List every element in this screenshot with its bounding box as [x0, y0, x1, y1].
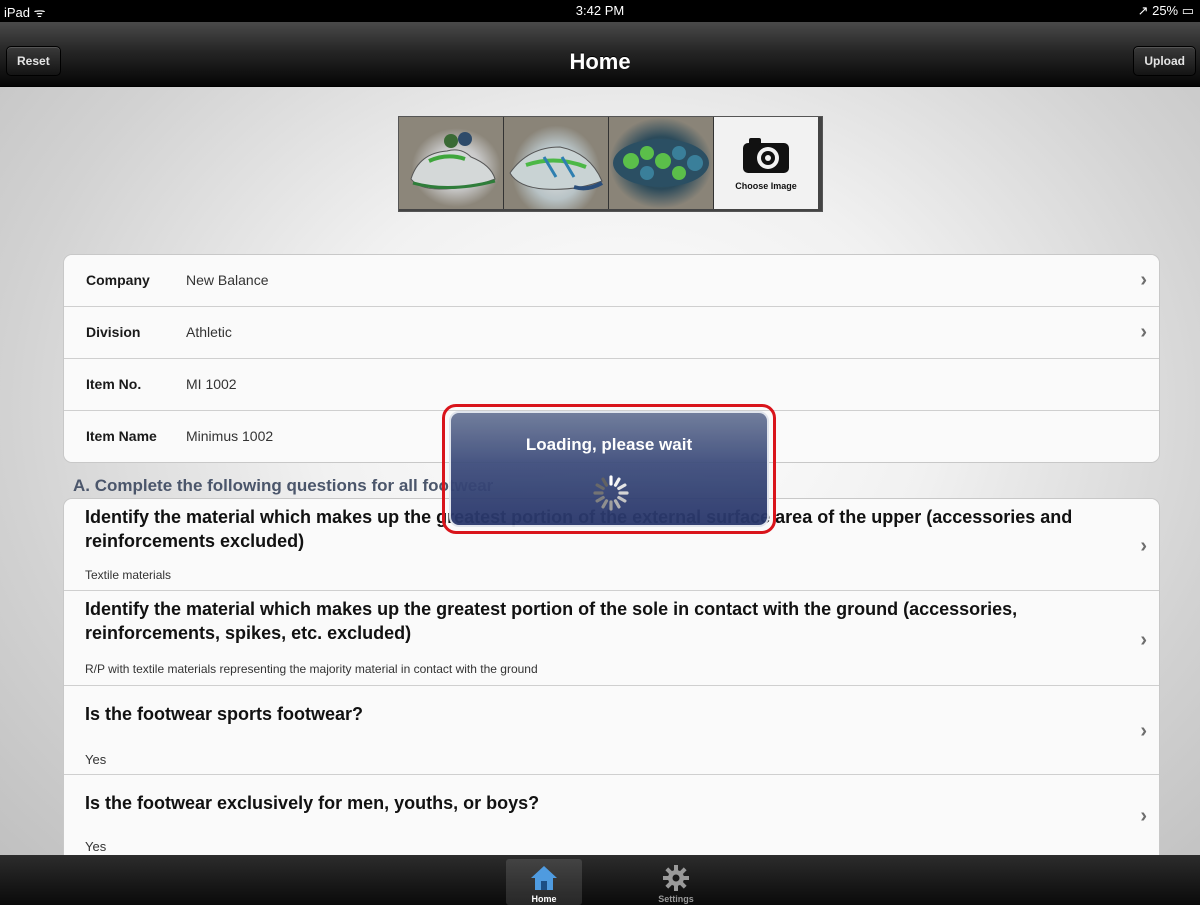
- question-text: Is the footwear sports footwear?: [85, 704, 364, 724]
- status-bar: iPad ᯤ 3:42 PM ↗ 25% ▭: [0, 0, 1200, 22]
- tab-label: Home: [531, 894, 557, 904]
- shoe-thumbnail-3[interactable]: [609, 117, 714, 209]
- question-row[interactable]: Is the footwear exclusively for men, you…: [64, 775, 1159, 857]
- shoe-thumbnail-1[interactable]: [399, 117, 504, 209]
- question-text: Identify the material which makes up the…: [85, 599, 1018, 643]
- shoe-angle-image: [509, 146, 603, 191]
- answer-text: Textile materials: [85, 568, 172, 582]
- division-row[interactable]: Division Athletic ›: [64, 307, 1159, 359]
- question-row[interactable]: Is the footwear sports footwear? Yes ›: [64, 686, 1159, 775]
- loading-text: Loading, please wait: [525, 435, 693, 454]
- status-time: 3:42 PM: [575, 3, 625, 18]
- chevron-right-icon: ›: [1140, 535, 1147, 557]
- company-row[interactable]: Company New Balance ›: [64, 255, 1159, 307]
- tab-settings[interactable]: Settings: [638, 859, 714, 905]
- loading-dialog: Loading, please wait: [449, 411, 769, 527]
- camera-icon: [743, 138, 789, 173]
- image-gallery: Choose Image: [398, 116, 823, 212]
- answer-text: Yes: [85, 752, 107, 767]
- tab-bar: Home Settings: [0, 855, 1200, 905]
- answer-text: R/P with textile materials representing …: [85, 662, 538, 676]
- upload-button[interactable]: Upload: [1133, 46, 1196, 76]
- shoe-thumbnail-2[interactable]: [504, 117, 609, 209]
- shoe-sole-image: [613, 139, 709, 187]
- questions-group: Identify the material which makes up the…: [63, 498, 1160, 857]
- row-value: MI 1002: [186, 376, 237, 392]
- row-value: Athletic: [186, 324, 232, 340]
- shoe-side-image: [410, 132, 496, 190]
- chevron-right-icon: ›: [1140, 720, 1147, 742]
- question-text: Is the footwear exclusively for men, you…: [85, 793, 540, 813]
- chevron-right-icon: ›: [1140, 269, 1147, 291]
- battery-indicator: ↗ 25% ▭: [1137, 3, 1194, 18]
- row-key: Item Name: [86, 428, 157, 444]
- row-key: Division: [86, 324, 141, 340]
- home-icon: [531, 866, 557, 890]
- spinner-icon: [593, 475, 629, 511]
- row-value: Minimus 1002: [186, 428, 274, 444]
- choose-image-label: Choose Image: [735, 181, 797, 191]
- gear-icon: [663, 865, 689, 891]
- tab-label: Settings: [658, 894, 694, 904]
- tab-home[interactable]: Home: [506, 859, 582, 905]
- section-header: A. Complete the following questions for …: [73, 476, 494, 495]
- chevron-right-icon: ›: [1140, 321, 1147, 343]
- answer-text: Yes: [85, 839, 107, 854]
- navigation-bar: Reset Home Upload: [0, 22, 1200, 87]
- row-key: Company: [86, 272, 150, 288]
- row-value: New Balance: [186, 272, 269, 288]
- question-row[interactable]: Identify the material which makes up the…: [64, 591, 1159, 686]
- chevron-right-icon: ›: [1140, 629, 1147, 651]
- choose-image-button[interactable]: Choose Image: [714, 117, 818, 209]
- page-title: Home: [569, 49, 631, 74]
- chevron-right-icon: ›: [1140, 805, 1147, 827]
- row-key: Item No.: [86, 376, 142, 392]
